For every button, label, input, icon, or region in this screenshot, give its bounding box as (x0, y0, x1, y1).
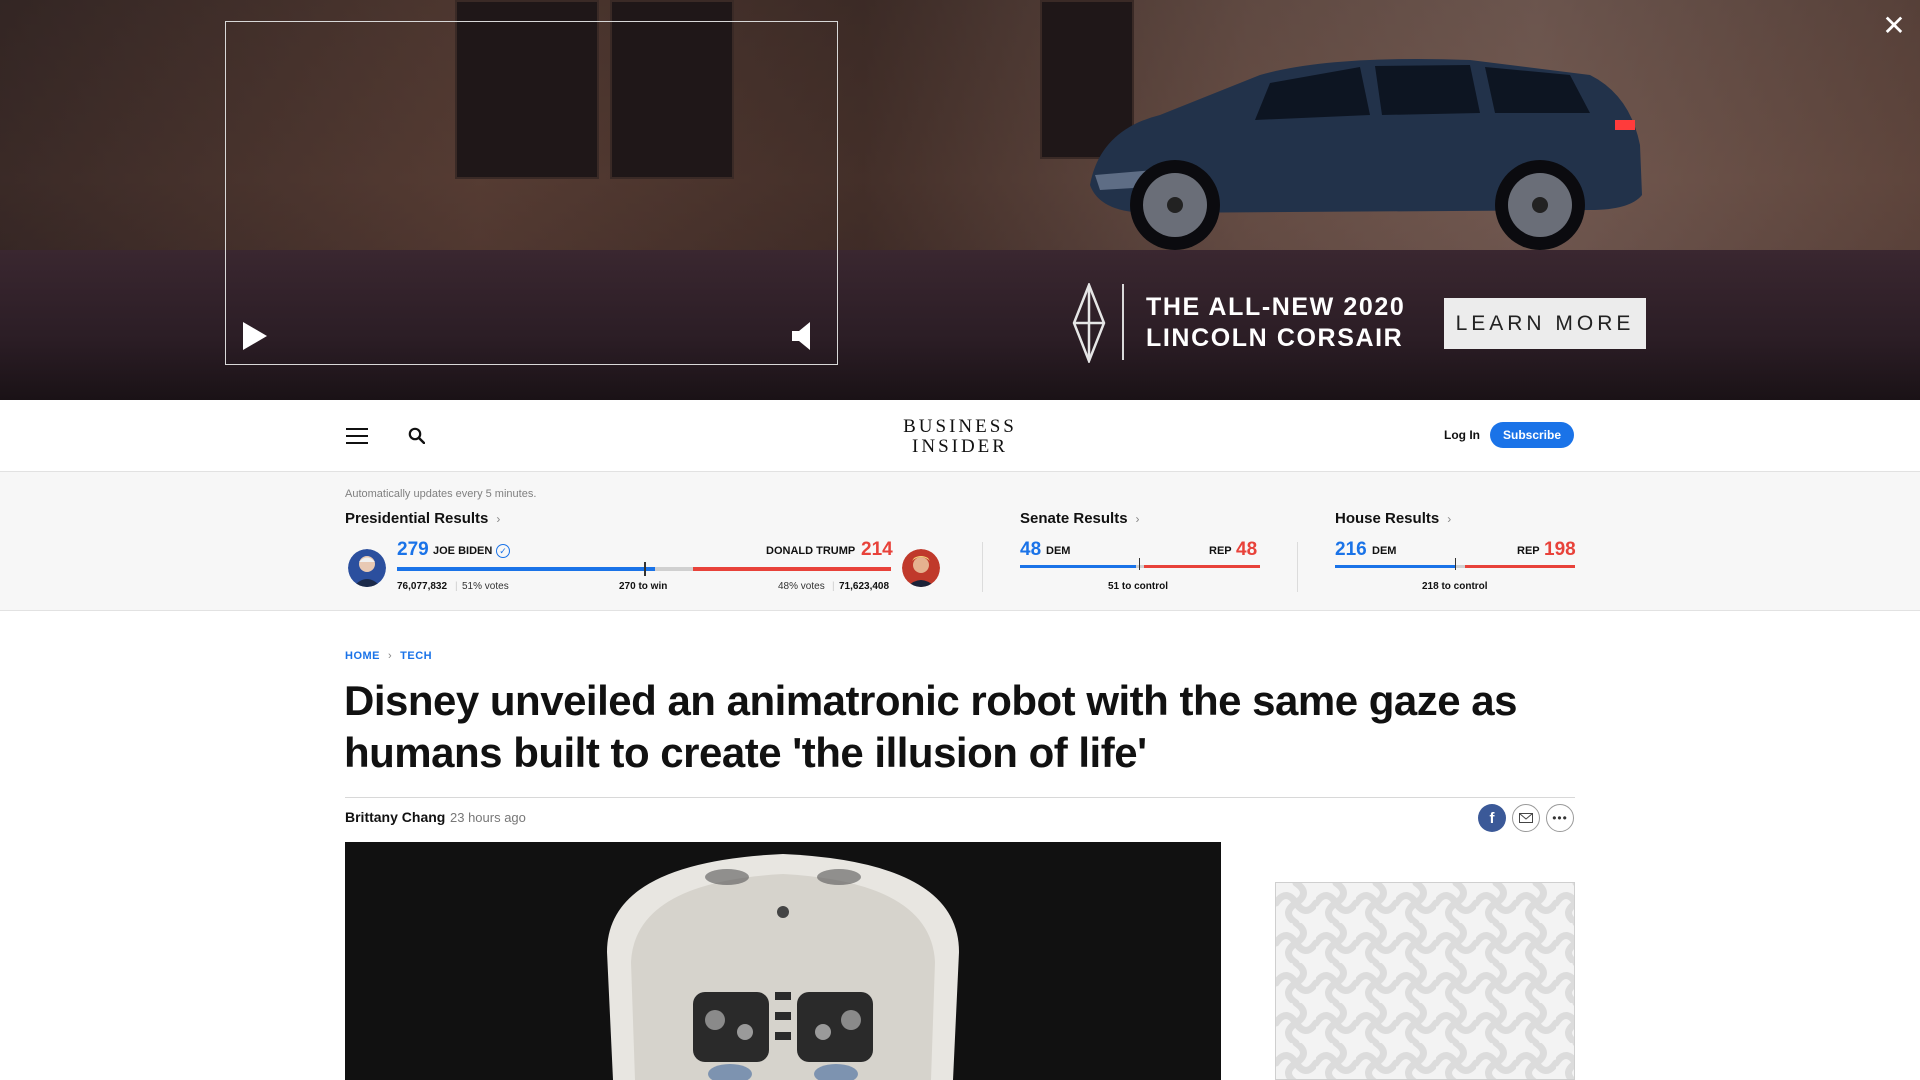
play-icon[interactable] (241, 320, 269, 352)
senate-rep-bar (1144, 565, 1260, 568)
threshold-marker (1455, 558, 1456, 570)
house-dem-seats: 216 (1335, 539, 1367, 560)
house-threshold-label: 218 to control (1422, 581, 1488, 592)
house-undecided-bar (1455, 565, 1465, 568)
divider (1297, 542, 1298, 592)
dem-popular-votes: 76,077,832 (397, 581, 447, 592)
business-insider-logo[interactable]: BUSINESS INSIDER (880, 417, 1040, 457)
auto-update-note: Automatically updates every 5 minutes. (345, 488, 537, 500)
separator: | (832, 581, 835, 592)
senate-rep-label: REP (1209, 545, 1232, 557)
senate-results-link[interactable]: Senate Results › (1020, 510, 1140, 527)
email-share-icon[interactable] (1512, 804, 1540, 832)
lincoln-logo-icon (1072, 283, 1106, 363)
senate-rep-seats: 48 (1236, 539, 1258, 560)
election-results-bar: Automatically updates every 5 minutes. P… (0, 472, 1920, 611)
threshold-marker (1139, 558, 1140, 570)
senate-dem-seats: 48 (1020, 539, 1042, 560)
more-options-icon[interactable]: ••• (1546, 804, 1574, 832)
suv-car-image (1090, 59, 1642, 250)
presidential-results-link[interactable]: Presidential Results › (345, 510, 500, 527)
subscribe-button[interactable]: Subscribe (1490, 422, 1574, 448)
section-title-label: Presidential Results (345, 510, 489, 527)
senate-threshold-label: 51 to control (1108, 581, 1169, 592)
chevron-right-icon: › (496, 512, 501, 526)
byline-divider (345, 797, 1575, 798)
rep-candidate-name: DONALD TRUMP (766, 545, 856, 557)
ad-divider (1122, 284, 1124, 360)
author-link[interactable]: Brittany Chang (345, 809, 445, 825)
chevron-right-icon: › (1135, 512, 1140, 526)
rep-vote-percent: 48% votes (778, 581, 825, 592)
facebook-share-icon[interactable]: f (1478, 804, 1506, 832)
separator: | (455, 581, 458, 592)
robot-head-image (345, 842, 1221, 1080)
ad-banner[interactable]: THE ALL-NEW 2020 LINCOLN CORSAIR LEARN M… (0, 0, 1920, 400)
house-results-link[interactable]: House Results › (1335, 510, 1451, 527)
sidebar-ad-placeholder[interactable] (1275, 882, 1575, 1080)
house-rep-seats: 198 (1544, 539, 1576, 560)
threshold-marker (644, 562, 646, 576)
learn-more-button[interactable]: LEARN MORE (1444, 298, 1646, 349)
article-headline: Disney unveiled an animatronic robot wit… (344, 677, 1517, 776)
speaker-icon[interactable] (790, 320, 812, 352)
divider (982, 542, 983, 592)
dem-electoral-count: 279 (397, 539, 429, 560)
ad-headline: THE ALL-NEW 2020 LINCOLN CORSAIR (1146, 292, 1405, 354)
house-rep-label: REP (1517, 545, 1540, 557)
dem-progress-bar (397, 567, 655, 571)
undecided-progress-bar (655, 567, 693, 571)
logo-line: INSIDER (912, 436, 1008, 457)
video-frame (225, 21, 838, 365)
publish-time: 23 hours ago (450, 810, 526, 825)
ad-pattern (1276, 883, 1574, 1079)
winner-check-icon: ✓ (496, 544, 510, 558)
article-hero-image (345, 842, 1221, 1080)
house-dem-label: DEM (1372, 545, 1397, 557)
chevron-right-icon: › (1447, 512, 1452, 526)
rep-progress-bar (693, 567, 891, 571)
section-title-label: Senate Results (1020, 510, 1128, 527)
rep-popular-votes: 71,623,408 (839, 581, 889, 592)
rep-electoral-count: 214 (861, 539, 893, 560)
dem-candidate-name: JOE BIDEN (433, 545, 493, 557)
chevron-right-icon: › (388, 650, 393, 662)
breadcrumb-tech[interactable]: TECH (400, 650, 432, 662)
dem-vote-total: 76,077,832 (397, 581, 448, 592)
trump-avatar (902, 549, 940, 587)
win-threshold-label: 270 to win (619, 581, 668, 592)
site-header: BUSINESS INSIDER Log In Subscribe (0, 400, 1920, 472)
section-title-label: House Results (1335, 510, 1440, 527)
house-dem-bar (1335, 565, 1455, 568)
biden-avatar (348, 549, 386, 587)
login-link[interactable]: Log In (1444, 428, 1480, 442)
house-rep-bar (1465, 565, 1575, 568)
senate-dem-bar (1020, 565, 1136, 568)
ad-headline-line: THE ALL-NEW 2020 (1146, 293, 1406, 321)
breadcrumb: HOME › TECH (345, 650, 432, 662)
close-icon[interactable]: ✕ (1880, 12, 1908, 40)
dem-vote-percent: 51% votes (462, 581, 509, 592)
rep-vote-total: 71,623,408 (839, 581, 890, 592)
logo-line: BUSINESS (903, 416, 1017, 437)
breadcrumb-home[interactable]: HOME (345, 650, 380, 662)
search-icon[interactable] (408, 427, 425, 444)
ad-headline-line: LINCOLN CORSAIR (1146, 324, 1404, 352)
senate-dem-label: DEM (1046, 545, 1071, 557)
hamburger-menu-icon[interactable] (346, 428, 368, 444)
